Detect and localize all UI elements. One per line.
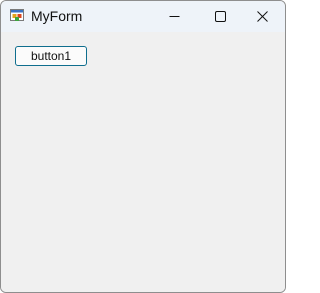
close-icon: [257, 11, 268, 22]
maximize-icon: [215, 11, 226, 22]
title-bar[interactable]: MyForm: [1, 1, 285, 32]
minimize-button[interactable]: [151, 1, 197, 32]
close-button[interactable]: [239, 1, 285, 32]
form-icon: [10, 9, 25, 23]
app-window: MyForm button1: [0, 0, 286, 293]
window-title: MyForm: [31, 8, 83, 24]
minimize-icon: [169, 16, 180, 17]
button1[interactable]: button1: [15, 46, 87, 66]
maximize-button[interactable]: [197, 1, 243, 32]
form-client-area: button1: [1, 32, 285, 292]
